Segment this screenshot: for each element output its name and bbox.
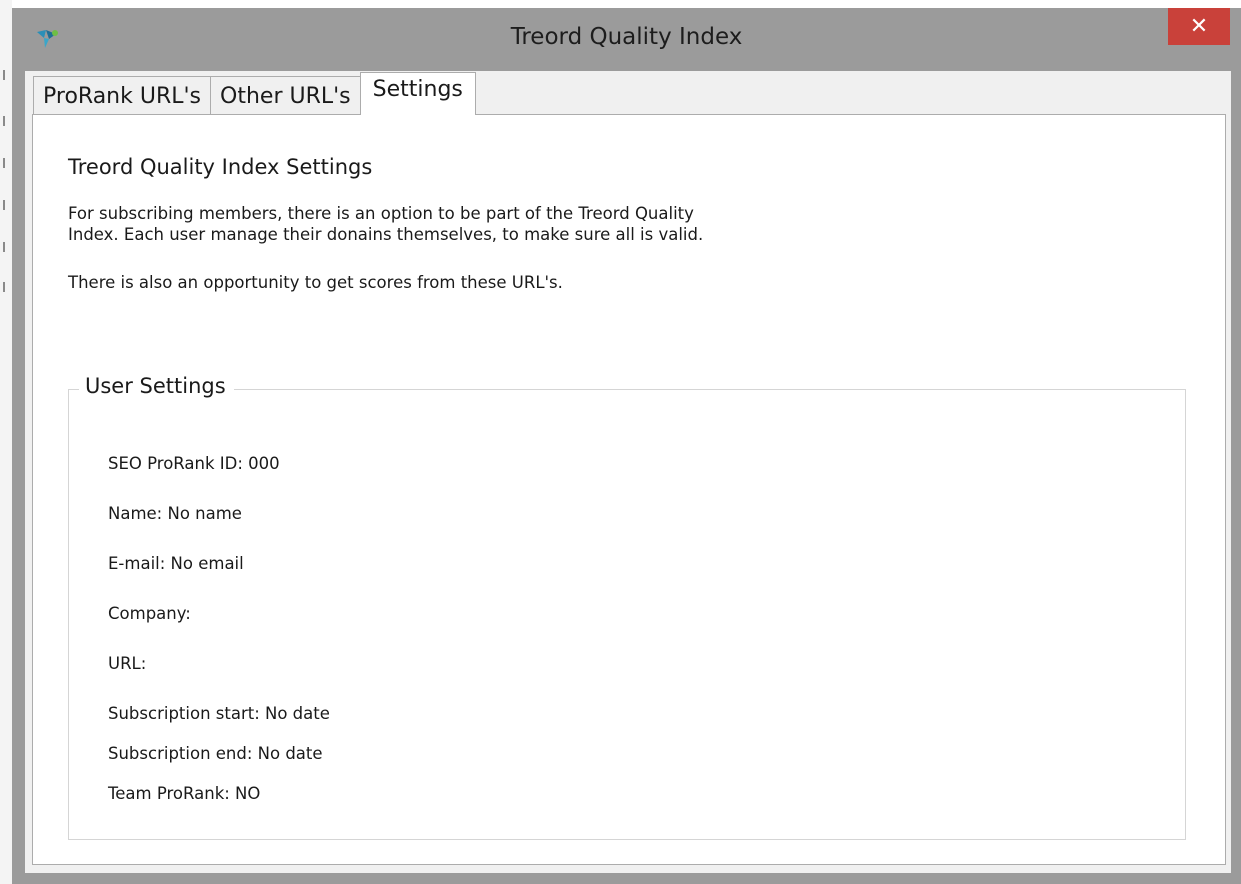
tab-settings[interactable]: Settings xyxy=(359,72,476,115)
field-name: Name: No name xyxy=(108,504,242,523)
settings-tab-panel: Treord Quality Index Settings For subscr… xyxy=(32,114,1226,865)
field-subscription-start: Subscription start: No date xyxy=(108,704,330,723)
app-window: Treord Quality Index ✕ ProRank URL's Oth… xyxy=(12,8,1241,884)
desktop-background-top xyxy=(12,0,1241,8)
description-line-1: For subscribing members, there is an opt… xyxy=(68,204,694,223)
field-url: URL: xyxy=(108,654,147,673)
background-window-edge xyxy=(0,0,12,884)
field-subscription-end: Subscription end: No date xyxy=(108,744,323,763)
edge-mark xyxy=(3,200,9,210)
description-line-3: There is also an opportunity to get scor… xyxy=(68,273,563,292)
field-company: Company: xyxy=(108,604,191,623)
close-button[interactable]: ✕ xyxy=(1168,8,1230,45)
field-seo-prorank-id: SEO ProRank ID: 000 xyxy=(108,454,280,473)
tab-strip: ProRank URL's Other URL's Settings xyxy=(33,72,476,115)
edge-mark xyxy=(3,282,9,292)
edge-mark xyxy=(3,116,9,126)
window-title: Treord Quality Index xyxy=(510,24,743,50)
tab-prorank-urls[interactable]: ProRank URL's xyxy=(33,76,212,115)
edge-mark xyxy=(3,242,9,252)
title-bar[interactable]: Treord Quality Index ✕ xyxy=(12,8,1241,71)
field-team-prorank: Team ProRank: NO xyxy=(108,784,261,803)
edge-mark xyxy=(3,70,9,80)
tab-other-urls[interactable]: Other URL's xyxy=(210,76,361,115)
user-settings-group: User Settings SEO ProRank ID: 000 Name: … xyxy=(68,374,1186,840)
edge-mark xyxy=(3,158,9,168)
description-line-2: Index. Each user manage their donains th… xyxy=(68,225,704,244)
close-icon: ✕ xyxy=(1189,14,1209,39)
user-settings-title: User Settings xyxy=(79,374,234,398)
settings-heading: Treord Quality Index Settings xyxy=(68,155,373,179)
field-email: E-mail: No email xyxy=(108,554,244,573)
client-area: ProRank URL's Other URL's Settings Treor… xyxy=(25,71,1231,873)
